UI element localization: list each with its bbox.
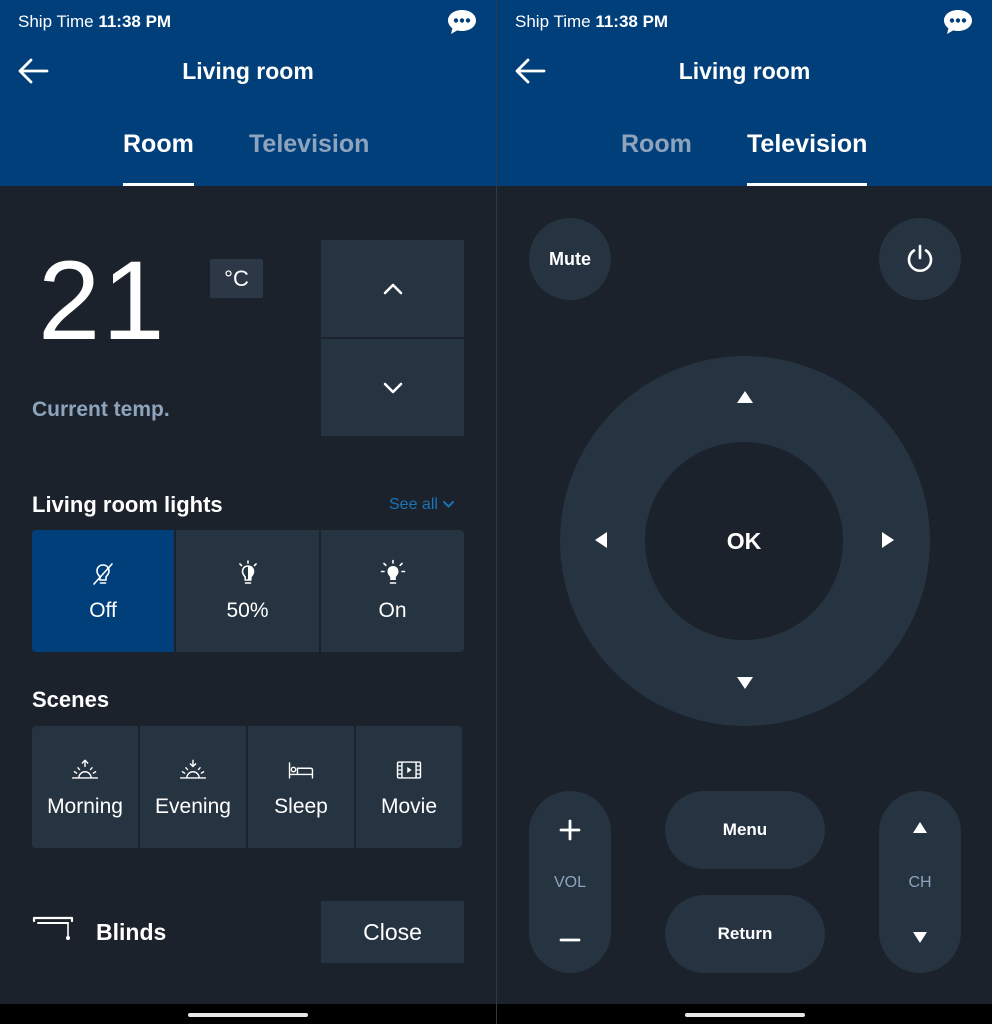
dpad-right-arrow-icon[interactable] [880, 530, 896, 550]
light-option-label: 50% [226, 599, 269, 622]
power-button[interactable] [879, 218, 961, 300]
light-option-label: On [378, 599, 407, 622]
system-nav-bar [0, 1004, 496, 1024]
light-dim-icon [238, 560, 257, 584]
status-time: 11:38 PM [595, 12, 669, 31]
blinds-label: Blinds [96, 919, 167, 945]
temperature-value: 21 [38, 238, 167, 363]
scene-sleep[interactable]: Sleep [248, 726, 354, 848]
mute-button[interactable]: Mute [529, 218, 611, 300]
status-bar: Ship Time 11:38 PM [18, 12, 171, 32]
app-header: Ship Time 11:38 PM Living room Room Tele… [497, 0, 992, 186]
tab-room[interactable]: Room [123, 130, 194, 186]
scenes-segmented-control: Morning Evening Sleep Movie [32, 726, 462, 848]
sunrise-icon [71, 759, 99, 779]
light-on-icon [380, 559, 405, 584]
chat-icon[interactable] [942, 8, 974, 36]
blinds-close-button[interactable]: Close [321, 901, 464, 963]
temperature-up-button[interactable] [321, 240, 464, 337]
scene-label: Movie [380, 795, 438, 818]
temperature-down-button[interactable] [321, 339, 464, 436]
light-off-icon [93, 563, 113, 585]
room-screen: Ship Time 11:38 PM Living room Room Tele… [0, 0, 496, 1024]
channel-rocker: CH [879, 791, 961, 973]
see-all-link[interactable]: See all [389, 496, 455, 514]
sunset-icon [179, 759, 207, 779]
scene-label: Morning [47, 795, 123, 818]
lights-segmented-control: Off 50% On [32, 530, 464, 652]
tab-television[interactable]: Television [747, 130, 868, 186]
channel-label: CH [908, 874, 932, 891]
system-nav-bar [497, 1004, 992, 1024]
scene-label: Evening [155, 795, 231, 818]
film-icon [396, 761, 422, 779]
status-bar: Ship Time 11:38 PM [515, 12, 668, 32]
scenes-section-title: Scenes [32, 687, 110, 712]
light-option-on[interactable]: On [321, 530, 464, 652]
chat-icon[interactable] [446, 8, 478, 36]
blinds-icon [32, 916, 74, 940]
status-label: Ship Time [18, 12, 94, 31]
channel-up-arrow-icon[interactable] [912, 821, 928, 834]
dpad-up-arrow-icon[interactable] [735, 389, 755, 405]
menu-button[interactable]: Menu [665, 791, 825, 869]
volume-label: VOL [553, 874, 586, 891]
television-screen: Ship Time 11:38 PM Living room Room Tele… [496, 0, 992, 1024]
scene-morning[interactable]: Morning [32, 726, 138, 848]
return-button[interactable]: Return [665, 895, 825, 973]
home-indicator[interactable] [684, 1013, 805, 1017]
chevron-down-icon [383, 382, 402, 393]
scene-movie[interactable]: Movie [356, 726, 462, 848]
plus-icon[interactable] [559, 819, 581, 841]
page-title: Living room [182, 58, 314, 84]
status-time: 11:38 PM [98, 12, 172, 31]
light-option-50[interactable]: 50% [176, 530, 319, 652]
scene-evening[interactable]: Evening [140, 726, 246, 848]
current-temp-label: Current temp. [32, 398, 170, 421]
bed-icon [288, 762, 314, 779]
lights-section-title: Living room lights [32, 492, 223, 517]
see-all-label: See all [389, 496, 438, 513]
dpad-left-arrow-icon[interactable] [593, 530, 609, 550]
power-icon [907, 244, 933, 272]
volume-rocker: VOL [529, 791, 611, 973]
minus-icon[interactable] [559, 929, 581, 951]
light-option-off[interactable]: Off [32, 530, 174, 652]
ok-button[interactable]: OK [645, 442, 843, 640]
page-title: Living room [678, 58, 811, 84]
light-option-label: Off [89, 599, 117, 622]
temperature-stepper [321, 240, 464, 436]
channel-down-arrow-icon[interactable] [912, 931, 928, 944]
home-indicator[interactable] [188, 1013, 308, 1017]
status-label: Ship Time [515, 12, 591, 31]
app-header: Ship Time 11:38 PM Living room Room Tele… [0, 0, 496, 186]
chevron-down-icon [443, 501, 455, 508]
scene-label: Sleep [274, 795, 328, 818]
chevron-up-icon [383, 283, 402, 294]
temperature-unit-badge[interactable]: °C [210, 259, 263, 298]
tab-television[interactable]: Television [249, 130, 369, 186]
dpad-down-arrow-icon[interactable] [735, 675, 755, 691]
tab-room[interactable]: Room [621, 130, 692, 186]
